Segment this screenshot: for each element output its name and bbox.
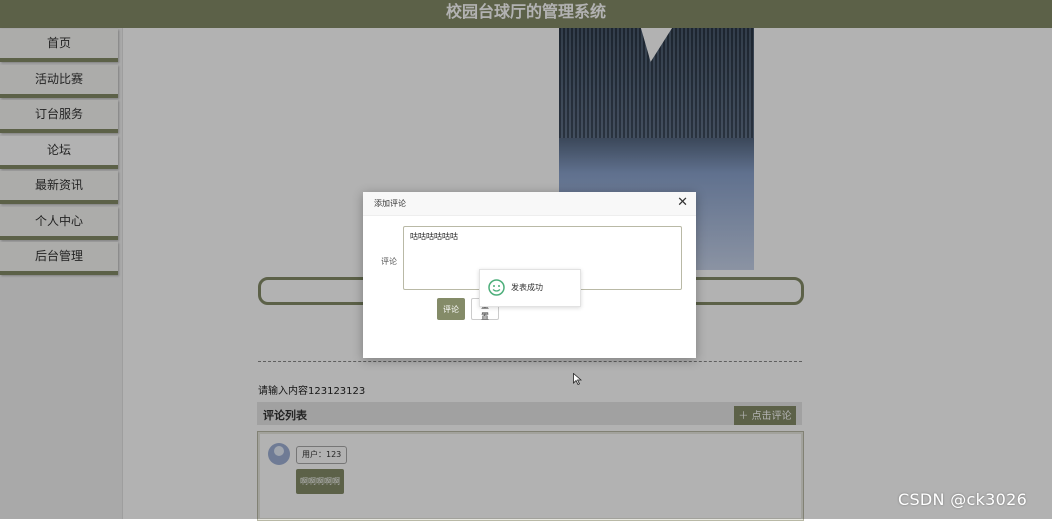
dialog-title: 添加评论 xyxy=(374,199,406,208)
dialog-header: 添加评论 ✕ xyxy=(363,192,696,216)
comment-field-label: 评论 xyxy=(381,257,397,266)
success-toast: 发表成功 xyxy=(479,269,581,307)
close-icon[interactable]: ✕ xyxy=(677,195,688,210)
smile-icon xyxy=(488,279,505,296)
submit-comment-button[interactable]: 评论 xyxy=(437,298,465,320)
mouse-cursor-icon xyxy=(573,373,582,385)
toast-message: 发表成功 xyxy=(511,283,543,292)
watermark: CSDN @ck3026 xyxy=(898,490,1028,509)
